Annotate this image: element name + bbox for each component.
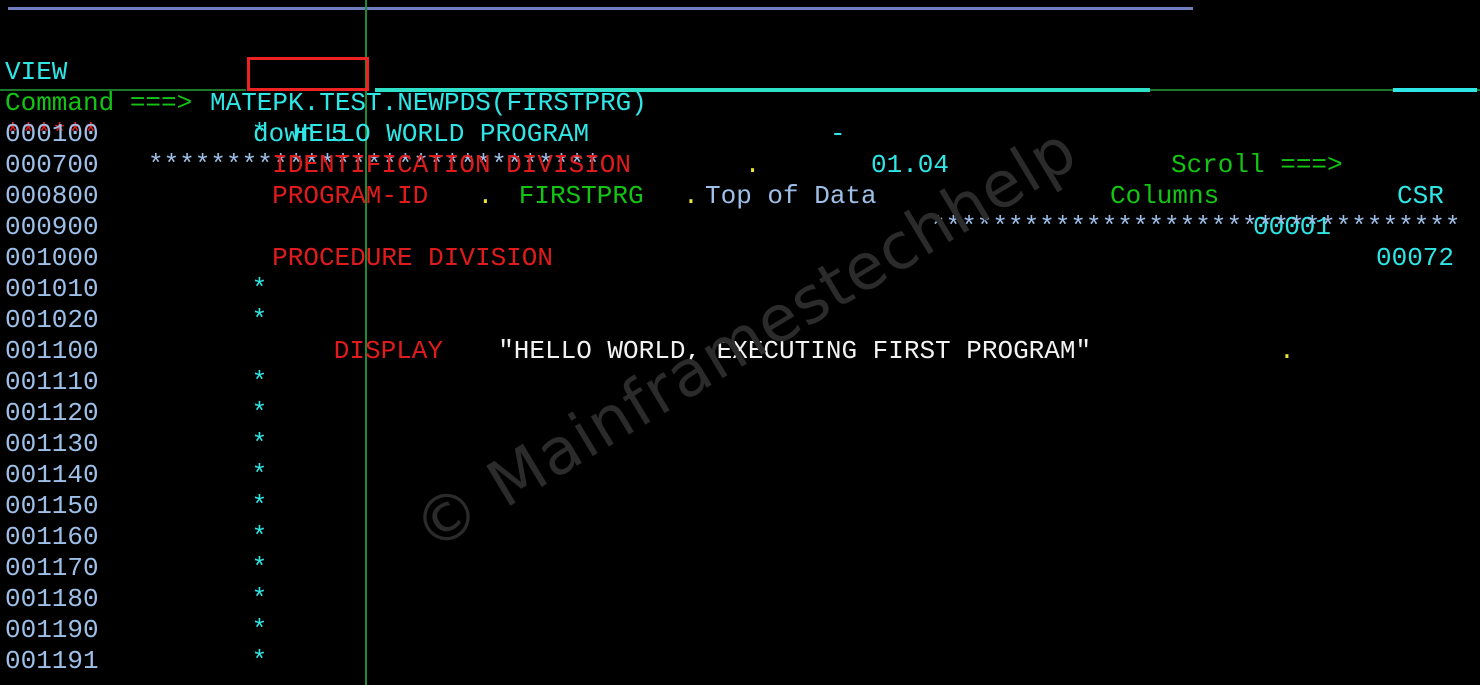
line-number[interactable]: 001140 [5, 460, 99, 491]
line-number[interactable]: 001191 [5, 646, 99, 677]
editor-line[interactable]: 001130 * [0, 429, 1480, 460]
code-token: . [744, 150, 761, 180]
line-number[interactable]: 000700 [5, 150, 99, 181]
line-number[interactable]: 000900 [5, 212, 99, 243]
code-token: * [251, 367, 268, 397]
editor-line[interactable]: 001150 * [0, 491, 1480, 522]
mainframe-ispf-terminal: VIEW MATEPK.TEST.NEWPDS(FIRSTPRG) - 01.0… [0, 0, 1480, 685]
code-token: * [251, 491, 268, 521]
line-number[interactable]: 000100 [5, 119, 99, 150]
line-number[interactable]: 001020 [5, 305, 99, 336]
code-token: FIRSTPRG [518, 181, 644, 211]
editor-line[interactable]: 000800 PROGRAM-ID. FIRSTPRG. [0, 181, 1480, 212]
line-number[interactable]: 000800 [5, 181, 99, 212]
code-token: . [477, 181, 494, 211]
line-number[interactable]: 001160 [5, 522, 99, 553]
editor-line[interactable]: 001160 * [0, 522, 1480, 553]
top-of-data-row: ****** ***************************** Top… [0, 88, 1480, 242]
code-token: * [251, 522, 268, 552]
editor-line[interactable]: 000900 [0, 212, 1480, 243]
editor-line[interactable]: 001100 DISPLAY "HELLO WORLD, EXECUTING FI… [0, 336, 1480, 367]
editor-line[interactable]: 001020 * [0, 305, 1480, 336]
code-token: . [1279, 336, 1295, 366]
editor-line[interactable]: 001000 PROCEDURE DIVISION [0, 243, 1480, 274]
command-row: Command ===> down 5 Scroll ===> CSR [0, 57, 1480, 211]
code-token: PROGRAM-ID [272, 181, 429, 211]
code-token: "HELLO WORLD, EXECUTING FIRST PROGRAM" [498, 336, 1092, 366]
code-token: * [251, 429, 268, 459]
code-token: * [251, 584, 268, 614]
code-token: HELLO WORLD PROGRAM [292, 119, 590, 149]
line-number[interactable]: 001110 [5, 367, 99, 398]
line-number[interactable]: 001120 [5, 398, 99, 429]
line-number[interactable]: 001170 [5, 553, 99, 584]
code-token: PROCEDURE DIVISION [272, 243, 553, 273]
editor-line[interactable]: 001140 * [0, 460, 1480, 491]
code-token: * [251, 398, 268, 428]
editor-line[interactable]: 001180 * [0, 584, 1480, 615]
code-token: * [251, 460, 268, 490]
code-token: DISPLAY [333, 336, 459, 366]
line-number[interactable]: 001130 [5, 429, 99, 460]
editor-line[interactable]: 001190 * [0, 615, 1480, 646]
code-token: * [251, 274, 268, 304]
line-number[interactable]: 001180 [5, 584, 99, 615]
editor-line[interactable]: 001191 * [0, 646, 1480, 677]
line-number[interactable]: 001190 [5, 615, 99, 646]
editor-line[interactable]: 001010 * [0, 274, 1480, 305]
editor-line[interactable]: 001170 * [0, 553, 1480, 584]
code-token: . [683, 181, 699, 211]
code-token: * [251, 305, 268, 335]
line-number[interactable]: 001010 [5, 274, 99, 305]
code-token: * [251, 646, 268, 676]
editor-line[interactable]: 000100 * HELLO WORLD PROGRAM [0, 119, 1480, 150]
top-divider-rule [8, 7, 1193, 10]
code-token: * [251, 553, 268, 583]
editor-line[interactable]: 000700 IDENTIFICATION DIVISION. [0, 150, 1480, 181]
line-number[interactable]: 001100 [5, 336, 99, 367]
line-number[interactable]: 001150 [5, 491, 99, 522]
header-title-row: VIEW MATEPK.TEST.NEWPDS(FIRSTPRG) - 01.0… [0, 26, 1480, 273]
code-token: * [251, 615, 268, 645]
code-token: * [251, 119, 283, 149]
line-number[interactable]: 001000 [5, 243, 99, 274]
editor-line[interactable]: 001110 * [0, 367, 1480, 398]
editor-line[interactable]: 001120 * [0, 398, 1480, 429]
code-token: IDENTIFICATION DIVISION [272, 150, 631, 180]
